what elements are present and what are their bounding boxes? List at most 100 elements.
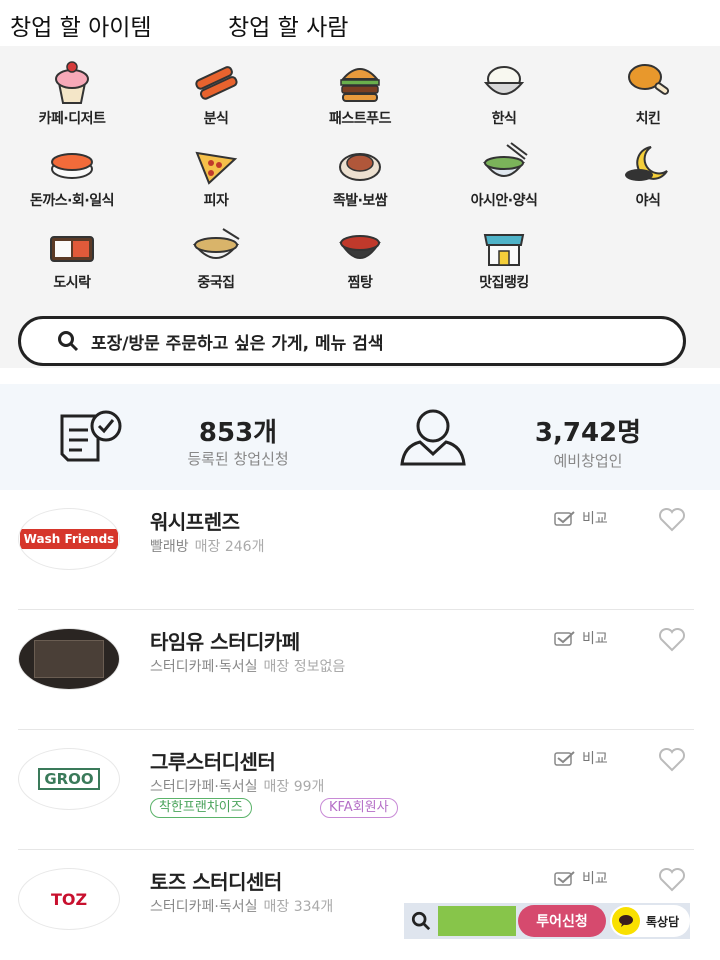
- sushi-icon: [39, 140, 105, 188]
- compare-button[interactable]: 비교: [554, 508, 608, 528]
- registered-count: 853개: [198, 418, 278, 448]
- heart-icon[interactable]: [658, 508, 686, 532]
- compare-button[interactable]: 비교: [554, 868, 608, 888]
- category-fastfood[interactable]: 패스트푸드: [288, 58, 432, 140]
- snack-icon: [183, 58, 249, 106]
- franchise-category: 스터디카페·독서실: [150, 659, 258, 675]
- franchise-category: 스터디카페·독서실: [150, 899, 258, 915]
- brand-logo: GROO: [18, 748, 120, 810]
- burger-icon: [327, 58, 393, 106]
- category-cafe-dessert[interactable]: 카페·디저트: [0, 58, 144, 140]
- category-label: 맛집랭킹: [479, 275, 529, 291]
- category-lunchbox[interactable]: 도시락: [0, 222, 144, 304]
- floating-green-button[interactable]: [438, 906, 516, 936]
- compare-label: 비교: [582, 751, 608, 767]
- brand-logo: [18, 628, 120, 690]
- logo-text: TOZ: [50, 889, 88, 909]
- floating-action-bar: 투어신청 톡상담: [404, 903, 690, 939]
- logo-text: Wash Friends: [19, 529, 119, 549]
- category-sushi[interactable]: 돈까스·회·일식: [0, 140, 144, 222]
- check-icon: [554, 511, 575, 526]
- tour-request-button[interactable]: 투어신청: [518, 905, 606, 937]
- category-snack[interactable]: 분식: [144, 58, 288, 140]
- franchise-meta: 스터디카페·독서실 매장 정보없음: [150, 656, 345, 676]
- pork-icon: [327, 140, 393, 188]
- category-grid: 카페·디저트 분식 패스트푸드 한식 치킨 돈까스·회·일식 피자 족발·보쌈 …: [0, 58, 720, 304]
- talk-consult-label: 톡상담: [646, 914, 680, 929]
- search-icon: [411, 911, 431, 931]
- category-late-night[interactable]: 야식: [576, 140, 720, 222]
- category-korean[interactable]: 한식: [432, 58, 576, 140]
- compare-label: 비교: [582, 631, 608, 647]
- rice-bowl-icon: [471, 58, 537, 106]
- compare-button[interactable]: 비교: [554, 748, 608, 768]
- franchise-category: 빨래방: [150, 539, 189, 555]
- logo-text: GROO: [38, 768, 100, 790]
- check-icon: [554, 631, 575, 646]
- heart-icon[interactable]: [658, 748, 686, 772]
- store-count: 매장 정보없음: [263, 659, 346, 675]
- franchise-name[interactable]: 토즈 스터디센터: [150, 866, 282, 895]
- moon-icon: [615, 140, 681, 188]
- category-pizza[interactable]: 피자: [144, 140, 288, 222]
- compare-label: 비교: [582, 871, 608, 887]
- brand-logo: Wash Friends: [18, 508, 120, 570]
- category-panel: 카페·디저트 분식 패스트푸드 한식 치킨 돈까스·회·일식 피자 족발·보쌈 …: [0, 46, 720, 368]
- floating-search-button[interactable]: [404, 903, 438, 939]
- category-label: 카페·디저트: [38, 111, 106, 127]
- list-item[interactable]: GROO 그루스터디센터 스터디카페·독서실 매장 99개 비교 착한프랜차이즈 …: [0, 730, 720, 850]
- check-icon: [554, 751, 575, 766]
- stew-icon: [327, 222, 393, 270]
- checklist-icon: [60, 410, 122, 462]
- franchise-name[interactable]: 그루스터디센터: [150, 746, 276, 775]
- compare-button[interactable]: 비교: [554, 628, 608, 648]
- category-label: 도시락: [53, 275, 91, 291]
- franchise-name[interactable]: 워시프렌즈: [150, 506, 240, 535]
- registered-label: 등록된 창업신청: [187, 450, 289, 468]
- tab-person[interactable]: 창업 할 사람: [228, 8, 348, 42]
- cupcake-icon: [39, 58, 105, 106]
- category-label: 중국집: [197, 275, 235, 291]
- franchise-meta: 스터디카페·독서실 매장 99개: [150, 776, 324, 796]
- franchise-name[interactable]: 타임유 스터디카페: [150, 626, 300, 655]
- category-label: 족발·보쌈: [332, 193, 388, 209]
- category-chinese[interactable]: 중국집: [144, 222, 288, 304]
- category-pork[interactable]: 족발·보쌈: [288, 140, 432, 222]
- category-label: 돈까스·회·일식: [30, 193, 114, 209]
- chicken-icon: [615, 58, 681, 106]
- chat-bubble-icon: [612, 907, 640, 935]
- stats-banner: 853개 등록된 창업신청 3,742명 예비창업인: [0, 384, 720, 490]
- category-label: 찜탕: [347, 275, 373, 291]
- category-label: 야식: [635, 193, 661, 209]
- franchise-meta: 빨래방 매장 246개: [150, 536, 264, 556]
- search-input[interactable]: 포장/방문 주문하고 싶은 가게, 메뉴 검색: [18, 316, 686, 366]
- list-item[interactable]: Wash Friends 워시프렌즈 빨래방 매장 246개 비교: [0, 490, 720, 610]
- category-label: 패스트푸드: [329, 111, 391, 127]
- category-ranking[interactable]: 맛집랭킹: [432, 222, 576, 304]
- jajang-icon: [183, 222, 249, 270]
- person-icon: [400, 409, 466, 466]
- store-count: 매장 334개: [263, 899, 334, 915]
- category-label: 아시안·양식: [470, 193, 538, 209]
- talk-consult-button[interactable]: 톡상담: [610, 905, 690, 937]
- franchise-meta: 스터디카페·독서실 매장 334개: [150, 896, 333, 916]
- noodle-icon: [471, 140, 537, 188]
- category-chicken[interactable]: 치킨: [576, 58, 720, 140]
- category-asian-western[interactable]: 아시안·양식: [432, 140, 576, 222]
- category-label: 치킨: [635, 111, 661, 127]
- category-stew[interactable]: 찜탕: [288, 222, 432, 304]
- store-count: 매장 99개: [263, 779, 325, 795]
- prospect-label: 예비창업인: [553, 452, 623, 470]
- list-item[interactable]: 타임유 스터디카페 스터디카페·독서실 매장 정보없음 비교: [0, 610, 720, 730]
- search-placeholder: 포장/방문 주문하고 싶은 가게, 메뉴 검색: [91, 333, 384, 354]
- heart-icon[interactable]: [658, 868, 686, 892]
- prospect-count: 3,742명: [534, 418, 642, 448]
- tag-good-franchise: 착한프랜차이즈: [150, 798, 252, 818]
- lunchbox-icon: [39, 222, 105, 270]
- tag-kfa-member: KFA회원사: [320, 798, 398, 818]
- heart-icon[interactable]: [658, 628, 686, 652]
- check-icon: [554, 871, 575, 886]
- store-count: 매장 246개: [194, 539, 265, 555]
- top-tabs: 창업 할 아이템 창업 할 사람: [0, 0, 720, 46]
- tab-item[interactable]: 창업 할 아이템: [10, 8, 152, 42]
